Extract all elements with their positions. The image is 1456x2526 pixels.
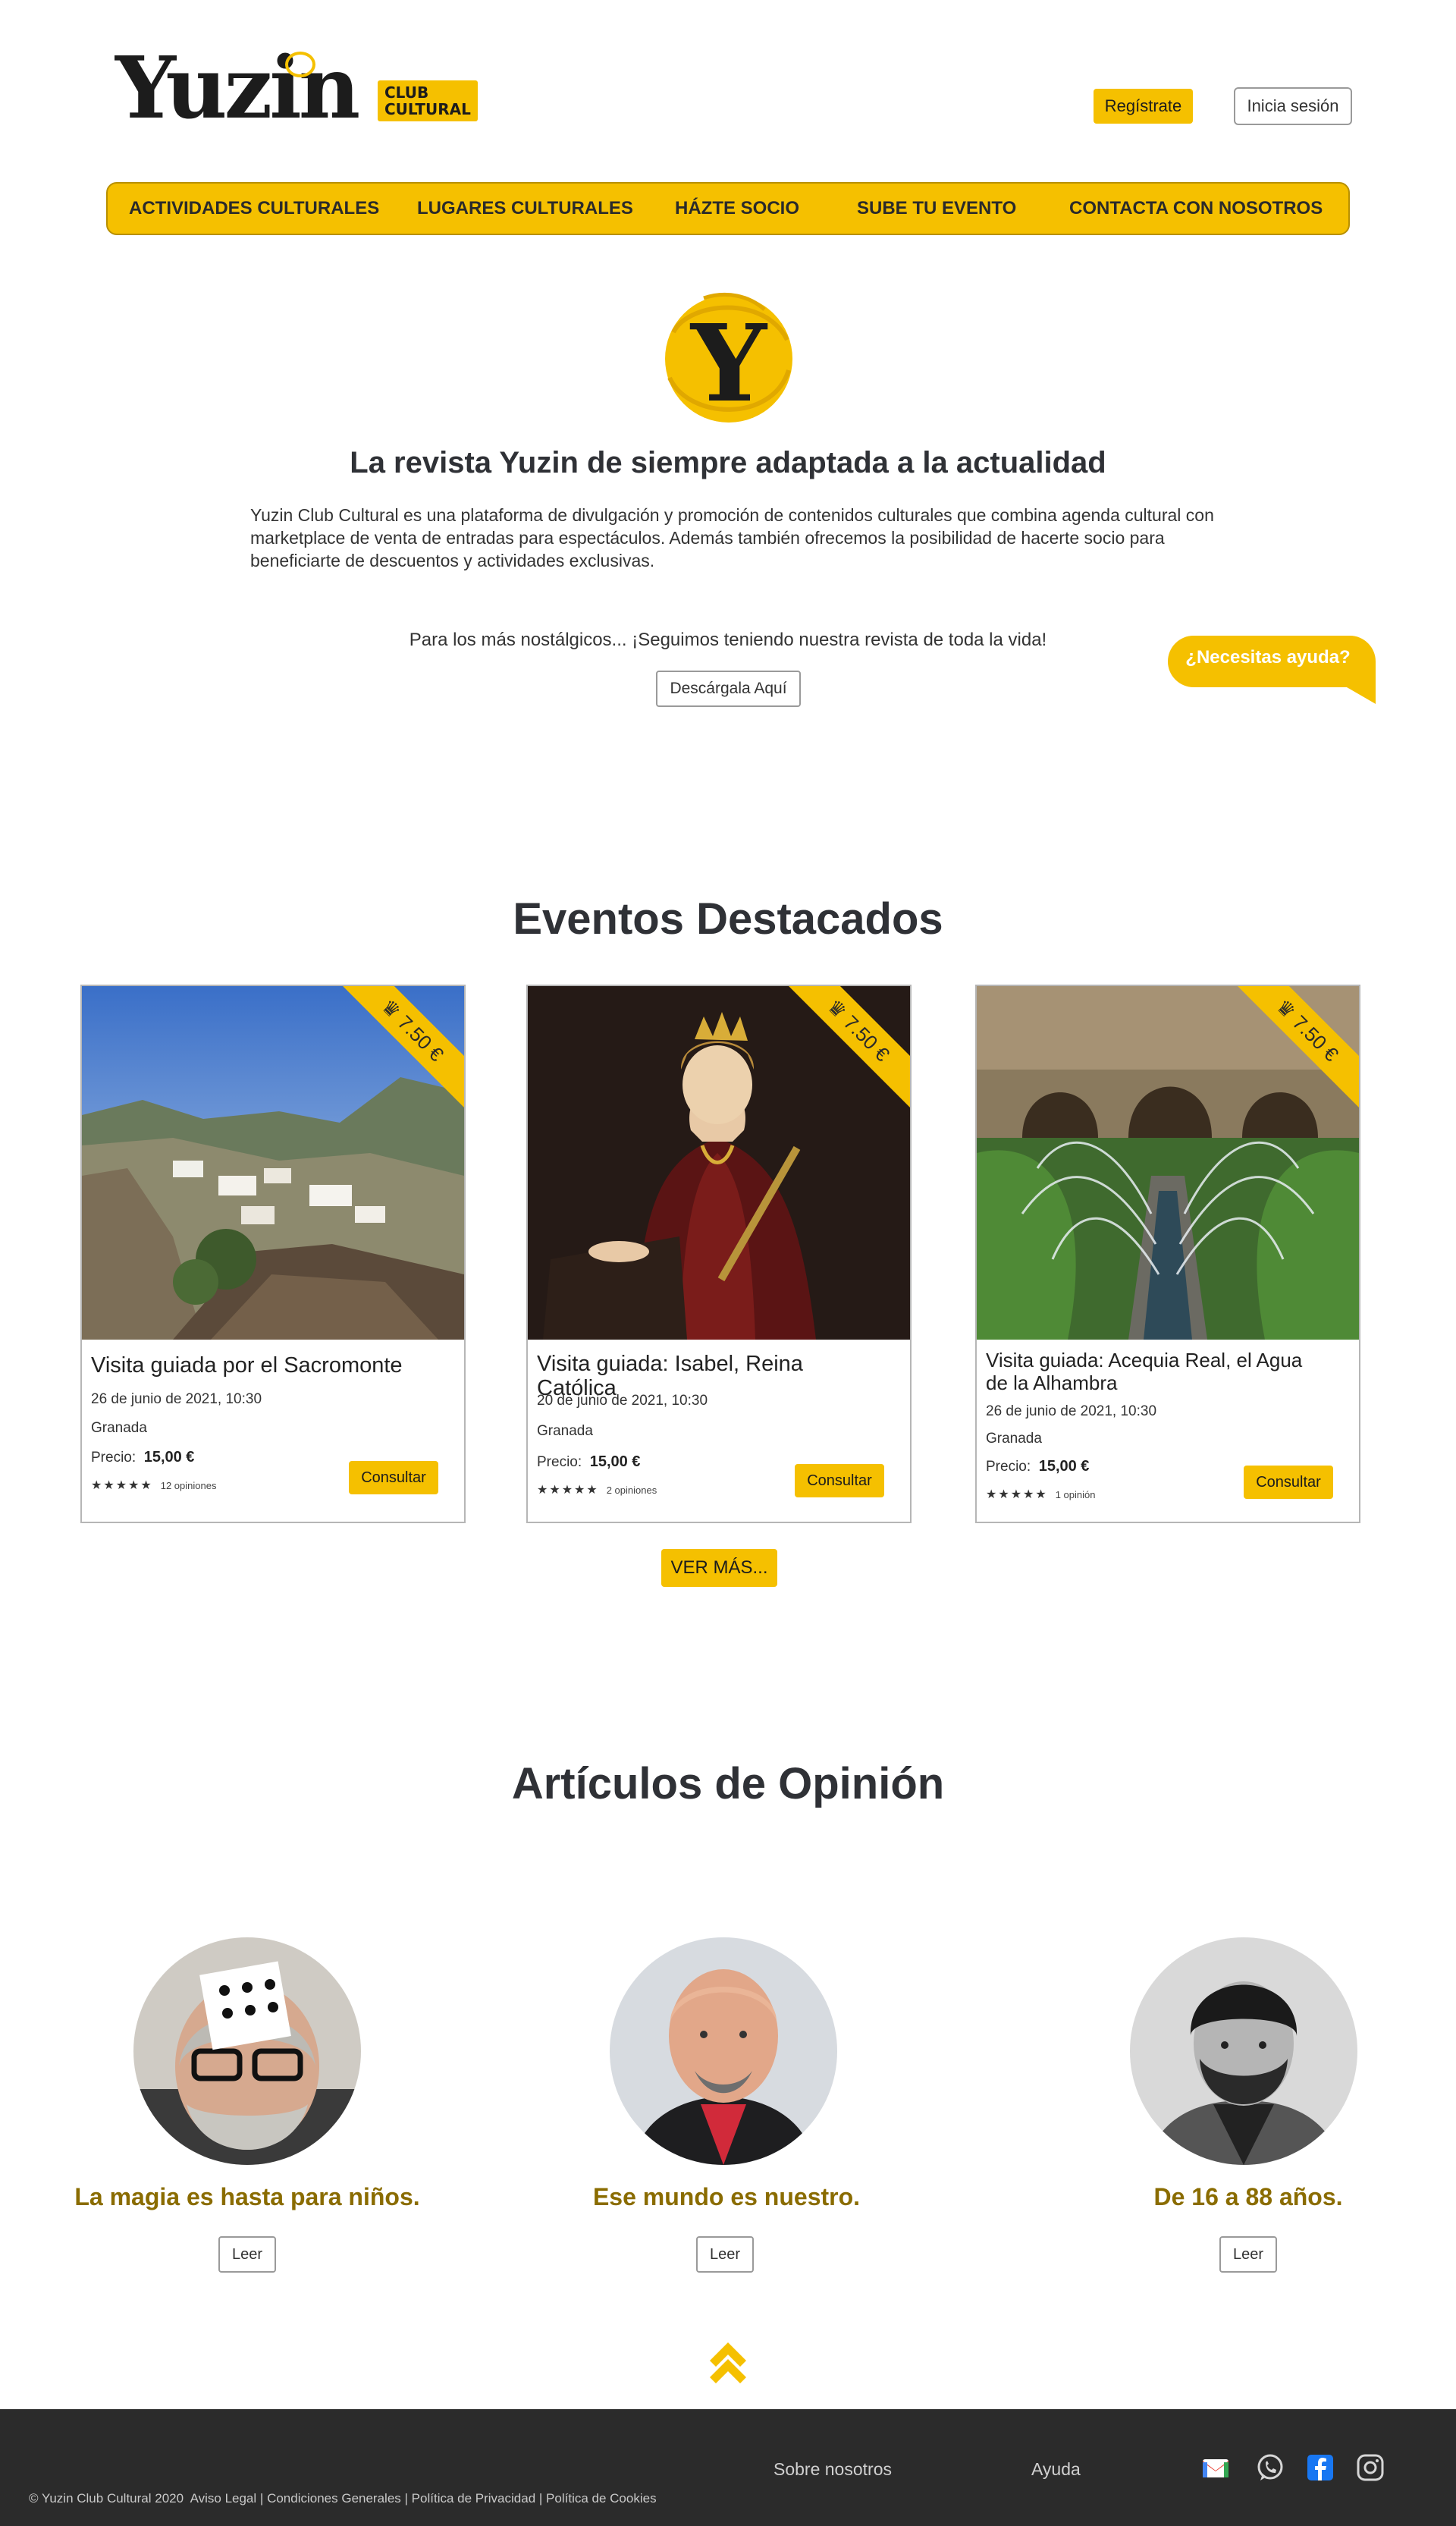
review-count[interactable]: 1 opinión bbox=[1056, 1489, 1096, 1500]
site-footer bbox=[0, 2409, 1456, 2526]
hero-title: La revista Yuzin de siempre adaptada a l… bbox=[350, 446, 1106, 479]
author-avatar[interactable] bbox=[133, 1937, 361, 2165]
logo-wordmark: Yuzin bbox=[115, 39, 360, 138]
footer-help-link[interactable]: Ayuda bbox=[1031, 2459, 1081, 2480]
price-label: Precio: bbox=[986, 1459, 1031, 1475]
read-article-button[interactable]: Leer bbox=[218, 2236, 276, 2273]
help-chat-bubble[interactable]: ¿Necesitas ayuda? bbox=[1168, 634, 1379, 705]
footer-legal: © Yuzin Club Cultural 2020 Aviso Legal |… bbox=[29, 2491, 657, 2506]
event-title[interactable]: Visita guiada: Acequia Real, el Agua de … bbox=[986, 1349, 1320, 1394]
hero-logo-letter: Y bbox=[689, 302, 768, 426]
read-article-button[interactable]: Leer bbox=[1219, 2236, 1277, 2273]
consult-button[interactable]: Consultar bbox=[349, 1461, 438, 1494]
whatsapp-icon[interactable] bbox=[1256, 2453, 1285, 2482]
legal-separator: | bbox=[404, 2491, 408, 2506]
opinion-article-title[interactable]: Ese mundo es nuestro. bbox=[537, 2183, 916, 2211]
event-card[interactable]: ♛ 7.50 € Visita guiada: Isabel, Reina Ca… bbox=[526, 985, 912, 1523]
event-date: 26 de junio de 2021, 10:30 bbox=[986, 1403, 1157, 1419]
nav-item-lugares[interactable]: LUGARES CULTURALES bbox=[417, 184, 633, 234]
consult-button[interactable]: Consultar bbox=[795, 1464, 884, 1497]
gmail-icon[interactable] bbox=[1201, 2453, 1230, 2482]
nav-item-sube-evento[interactable]: SUBE TU EVENTO bbox=[857, 184, 1016, 234]
review-count[interactable]: 12 opiniones bbox=[161, 1480, 217, 1491]
price-value: 15,00 € bbox=[1038, 1458, 1090, 1475]
consult-button[interactable]: Consultar bbox=[1244, 1466, 1333, 1499]
nav-item-hazte-socio[interactable]: HÁZTE SOCIO bbox=[675, 184, 799, 234]
copyright-text: © Yuzin Club Cultural 2020 bbox=[29, 2491, 184, 2506]
event-card[interactable]: ♛ 7.50 € Visita guiada: Acequia Real, el… bbox=[975, 985, 1360, 1523]
site-logo[interactable]: Yuzin CLUB CULTURAL bbox=[115, 39, 478, 138]
hero-description: Yuzin Club Cultural es una plataforma de… bbox=[250, 505, 1214, 570]
price-value: 15,00 € bbox=[143, 1449, 195, 1466]
event-city: Granada bbox=[986, 1431, 1042, 1447]
help-bubble-label: ¿Necesitas ayuda? bbox=[1185, 647, 1350, 668]
legal-separator: | bbox=[259, 2491, 264, 2506]
footer-about-link[interactable]: Sobre nosotros bbox=[774, 2459, 892, 2480]
instagram-icon[interactable] bbox=[1356, 2453, 1385, 2482]
star-rating-icon: ★★★★★ bbox=[91, 1479, 153, 1492]
price-label: Precio: bbox=[91, 1450, 136, 1466]
price-value: 15,00 € bbox=[589, 1453, 641, 1470]
register-button[interactable]: Regístrate bbox=[1094, 89, 1193, 124]
event-price: Precio: 15,00 € bbox=[537, 1453, 640, 1471]
download-magazine-button[interactable]: Descárgala Aquí bbox=[656, 671, 801, 707]
cookies-link[interactable]: Política de Cookies bbox=[546, 2491, 657, 2506]
event-price: Precio: 15,00 € bbox=[986, 1458, 1089, 1475]
star-rating-icon: ★★★★★ bbox=[537, 1484, 599, 1497]
events-section-title: Eventos Destacados bbox=[513, 894, 943, 944]
terms-link[interactable]: Condiciones Generales bbox=[267, 2491, 401, 2506]
logo-badge: CLUB CULTURAL bbox=[378, 80, 478, 121]
facebook-icon[interactable] bbox=[1306, 2453, 1335, 2482]
event-city: Granada bbox=[537, 1423, 593, 1439]
event-card[interactable]: ♛ 7.50 € Visita guiada por el Sacromonte… bbox=[80, 985, 466, 1523]
main-nav: ACTIVIDADES CULTURALES LUGARES CULTURALE… bbox=[106, 182, 1350, 235]
event-rating: ★★★★★ 1 opinión bbox=[986, 1487, 1096, 1502]
opinion-article-title[interactable]: La magia es hasta para niños. bbox=[58, 2183, 437, 2211]
privacy-link[interactable]: Política de Privacidad bbox=[412, 2491, 535, 2506]
price-label: Precio: bbox=[537, 1454, 582, 1470]
nav-item-contacta[interactable]: CONTACTA CON NOSOTROS bbox=[1069, 184, 1323, 234]
event-rating: ★★★★★ 12 opiniones bbox=[91, 1478, 216, 1493]
see-more-events-button[interactable]: VER MÁS... bbox=[661, 1549, 777, 1587]
event-date: 20 de junio de 2021, 10:30 bbox=[537, 1393, 708, 1409]
author-avatar[interactable] bbox=[1130, 1937, 1357, 2165]
event-date: 26 de junio de 2021, 10:30 bbox=[91, 1391, 262, 1407]
legal-notice-link[interactable]: Aviso Legal bbox=[190, 2491, 257, 2506]
login-button[interactable]: Inicia sesión bbox=[1234, 87, 1352, 125]
opinion-article-title[interactable]: De 16 a 88 años. bbox=[1059, 2183, 1438, 2211]
event-city: Granada bbox=[91, 1420, 147, 1436]
legal-separator: | bbox=[538, 2491, 543, 2506]
author-avatar[interactable] bbox=[610, 1937, 837, 2165]
event-rating: ★★★★★ 2 opiniones bbox=[537, 1482, 657, 1497]
logo-scribble-icon bbox=[285, 52, 315, 77]
review-count[interactable]: 2 opiniones bbox=[607, 1484, 657, 1496]
opinion-section-title: Artículos de Opinión bbox=[511, 1759, 945, 1808]
read-article-button[interactable]: Leer bbox=[696, 2236, 754, 2273]
event-title[interactable]: Visita guiada por el Sacromonte bbox=[91, 1353, 425, 1378]
event-price: Precio: 15,00 € bbox=[91, 1449, 194, 1466]
star-rating-icon: ★★★★★ bbox=[986, 1488, 1048, 1501]
double-chevron-up-icon[interactable] bbox=[707, 2338, 749, 2385]
nav-item-actividades[interactable]: ACTIVIDADES CULTURALES bbox=[129, 184, 379, 234]
yuzin-y-logo: Y bbox=[665, 292, 792, 426]
